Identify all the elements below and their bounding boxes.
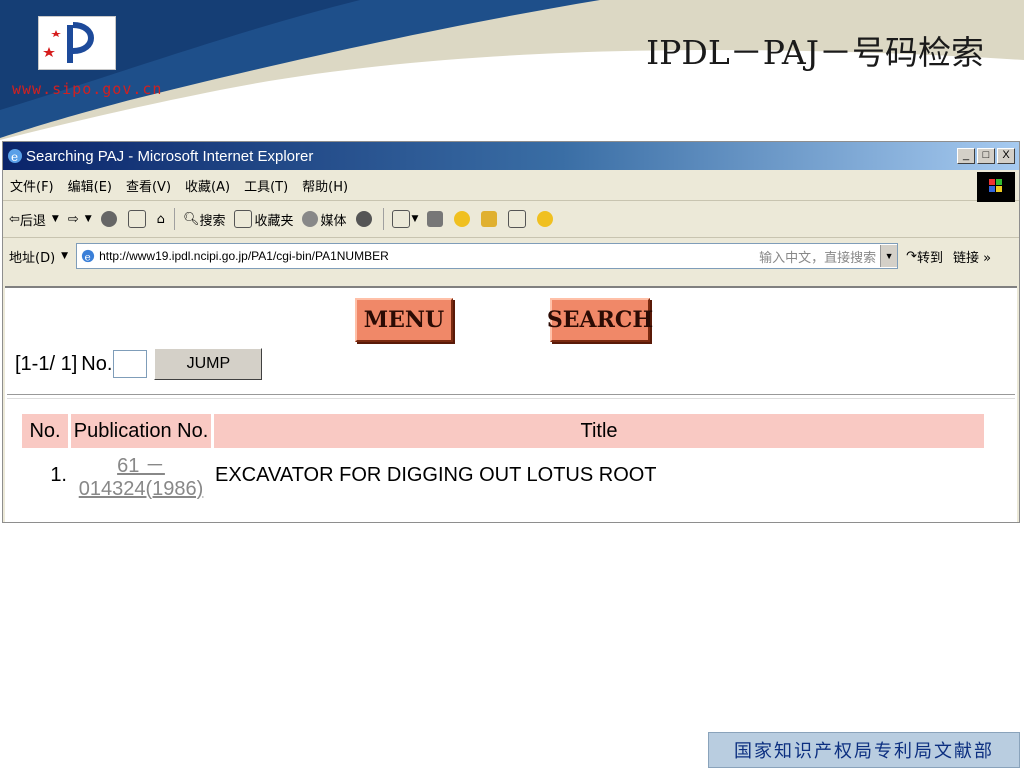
print-button[interactable] [427,211,445,227]
chevron-down-icon: ▼ [411,214,419,224]
forward-arrow-icon: ⇨ [67,211,79,227]
search-page-button[interactable]: SEARCH [547,298,653,342]
pagination: [1-1/ 1] No. JUMP [15,348,263,380]
menu-file[interactable]: 文件(F) [3,176,61,195]
menu-favorites[interactable]: 收藏(A) [178,176,237,195]
menu-bar: 文件(F) 编辑(E) 查看(V) 收藏(A) 工具(T) 帮助(H) [3,170,1019,202]
address-label: 地址(D) [9,250,56,266]
emoji-icon [537,211,554,227]
window-titlebar: e Searching PAJ - Microsoft Internet Exp… [3,142,1019,170]
money-button[interactable] [481,211,499,227]
favorites-button[interactable]: 收藏夹 [234,210,293,229]
publication-link[interactable]: 61 － 014324(1986) [79,455,204,500]
browser-window: e Searching PAJ - Microsoft Internet Exp… [2,141,1020,523]
chevron-down-icon: ▼ [51,214,59,224]
menu-view[interactable]: 查看(V) [119,176,178,195]
results-table: No. Publication No. Title 1. 61 － 014324… [19,414,987,502]
history-icon [355,211,372,227]
jump-button[interactable]: JUMP [154,348,263,380]
print-icon [427,211,444,227]
go-button[interactable]: ↷ 转到 [906,247,943,266]
toolbar-separator [173,208,175,230]
address-url: http://www19.ipdl.ncipi.go.jp/PA1/cgi-bi… [99,249,389,263]
row-no: 1. [50,463,67,486]
media-button[interactable]: 媒体 [302,210,347,229]
windows-flag-icon [989,179,1002,192]
windows-logo [977,172,1015,202]
sipo-logo [38,16,116,70]
chevron-down-icon: ▼ [61,251,69,261]
search-icon: 🔍︎ [182,211,200,227]
minimize-button[interactable]: _ [957,148,975,164]
edit-icon [508,210,527,228]
mail-button[interactable]: ▼ [391,210,419,228]
svg-text:e: e [85,251,91,263]
home-icon: ⌂ [156,211,165,227]
history-button[interactable] [355,211,374,227]
chevron-down-icon: ▼ [84,214,92,224]
address-dropdown[interactable]: ▼ [880,245,898,267]
go-arrow-icon: ↷ [906,248,917,264]
site-url: www.sipo.gov.cn [12,80,163,98]
range-text: [1-1/ 1] [15,352,78,375]
favorites-icon [234,210,253,228]
smiley-icon [454,211,471,227]
footer-logo: 国家知识产权局专利局文献部 [708,732,1020,768]
page-content: MENU SEARCH [1-1/ 1] No. JUMP No. Public… [5,286,1017,522]
address-input[interactable]: e http://www19.ipdl.ncipi.go.jp/PA1/cgi-… [76,243,899,269]
money-bag-icon [481,211,498,227]
menu-edit[interactable]: 编辑(E) [61,176,119,195]
home-button[interactable]: ⌂ [157,212,165,227]
back-button[interactable]: ⇦ 后退 ▼ [9,210,59,229]
back-arrow-icon: ⇦ [9,211,20,227]
media-icon [302,211,319,227]
close-button[interactable]: X [997,148,1015,164]
slide-header: www.sipo.gov.cn IPDL－PAJ－号码检索 [0,0,1024,140]
toolbar-separator [382,208,384,230]
stop-icon [100,211,117,227]
forward-button[interactable]: ⇨ ▼ [68,212,92,227]
menu-help[interactable]: 帮助(H) [295,176,355,195]
header-no: No. [22,414,68,448]
links-button[interactable]: 链接 » [953,247,991,266]
svg-text:e: e [11,150,18,164]
menu-button[interactable]: MENU [355,298,453,342]
row-title: EXCAVATOR FOR DIGGING OUT LOTUS ROOT [215,463,657,486]
stop-button[interactable] [100,211,119,227]
page-icon: e [81,249,95,263]
table-row: 1. 61 － 014324(1986) EXCAVATOR FOR DIGGI… [22,448,984,502]
refresh-button[interactable] [127,210,148,228]
header-publication: Publication No. [71,414,211,448]
table-header-row: No. Publication No. Title [22,414,984,448]
qq-button[interactable] [537,211,555,227]
sipo-logo-mark [43,22,94,63]
address-hint: 输入中文，直接搜索 [759,249,877,265]
maximize-button[interactable]: □ [977,148,995,164]
refresh-icon [127,210,146,228]
standard-toolbar: ⇦ 后退 ▼ ⇨ ▼ ⌂ 🔍︎ 搜索 收藏夹 媒体 ▼ [3,201,1019,238]
divider [7,394,1015,399]
search-button[interactable]: 🔍︎ 搜索 [183,210,226,229]
slide-title: IPDL－PAJ－号码检索 [646,33,984,72]
menu-tools[interactable]: 工具(T) [237,176,295,195]
mail-icon [391,210,410,228]
edit-button[interactable] [508,210,528,228]
messenger-button[interactable] [454,211,472,227]
no-label: No. [81,352,113,375]
header-title: Title [214,414,984,448]
address-bar: 地址(D) ▼ e http://www19.ipdl.ncipi.go.jp/… [3,238,1019,274]
window-title: Searching PAJ - Microsoft Internet Explo… [26,147,314,165]
ie-icon: e [8,149,22,164]
page-number-input[interactable] [113,350,148,378]
